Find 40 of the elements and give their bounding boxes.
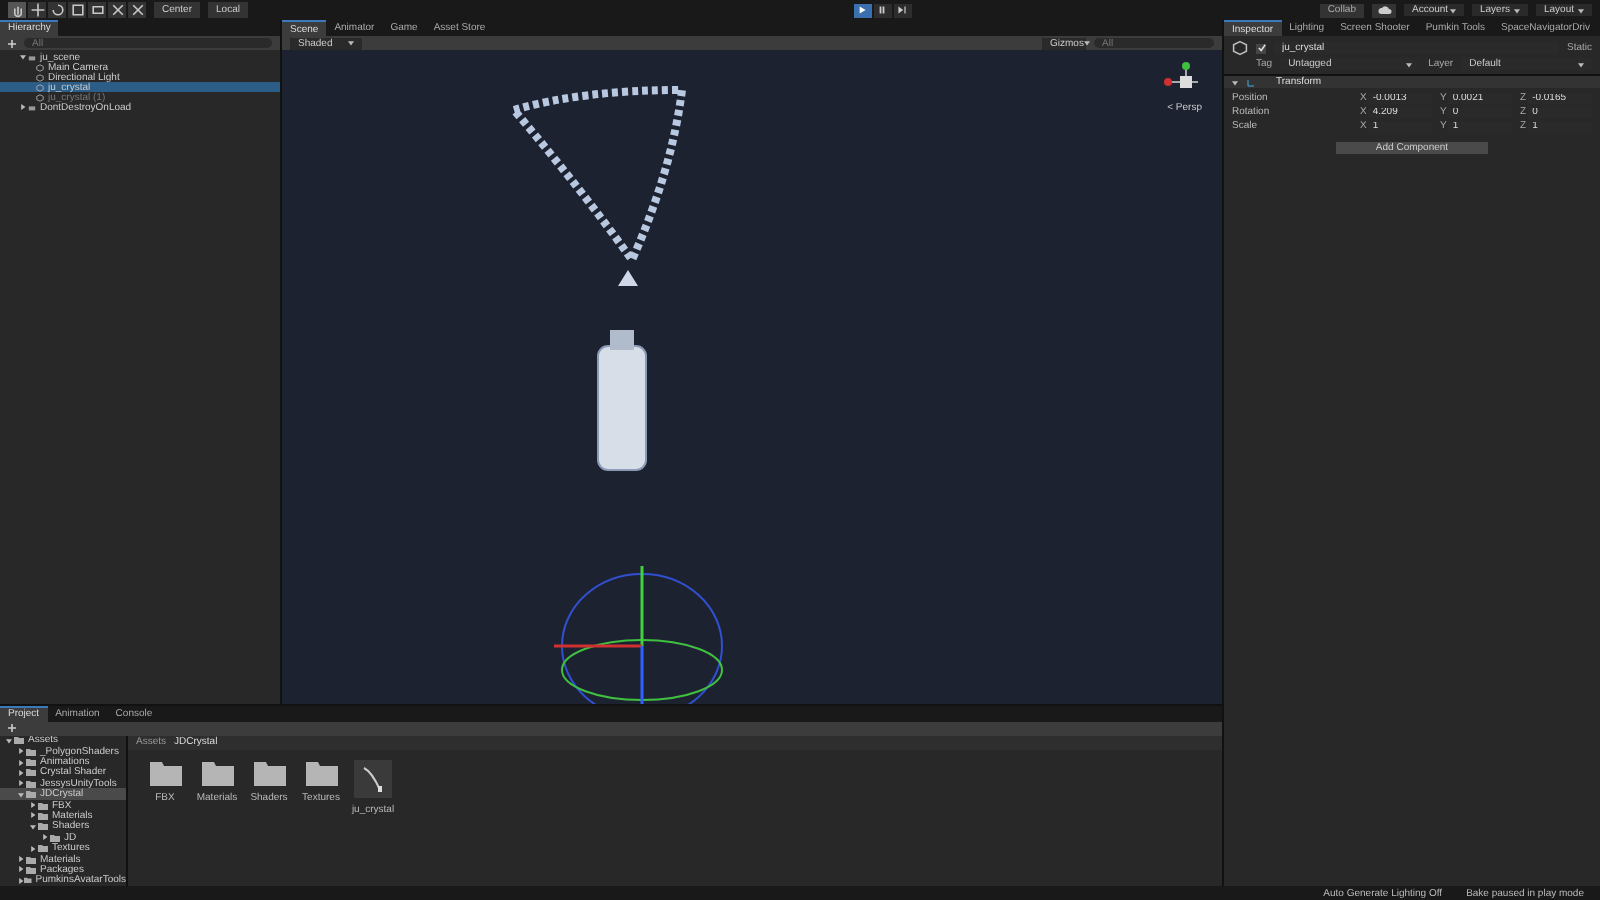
active-checkbox[interactable] [1256, 43, 1266, 53]
cube-icon [1232, 40, 1248, 56]
tool-button[interactable] [88, 2, 106, 18]
tool-button[interactable] [8, 2, 26, 18]
caret-icon [1406, 61, 1413, 67]
caret-icon [1578, 7, 1584, 13]
cloud-icon [1377, 6, 1391, 14]
tool-button[interactable] [28, 2, 46, 18]
tool-button[interactable] [68, 2, 86, 18]
play-icon [856, 4, 869, 16]
move-tool-icon [29, 2, 45, 18]
expand-arrow-icon[interactable] [20, 104, 26, 110]
caret-icon [1450, 7, 1456, 13]
caret-icon [1083, 40, 1090, 46]
add-icon[interactable] [8, 724, 16, 733]
expand-arrow-icon[interactable] [20, 54, 26, 60]
orientation-gizmo-icon [1164, 62, 1199, 88]
caret-icon [1578, 61, 1584, 67]
scale-tool-icon [69, 2, 85, 18]
folder-icon [253, 759, 285, 786]
add-icon[interactable] [8, 39, 16, 47]
rect-tool-icon [89, 2, 105, 18]
scene-icon [28, 103, 36, 111]
step-icon [896, 4, 909, 16]
axes-icon [1246, 77, 1256, 87]
playback-button[interactable] [853, 3, 872, 17]
rotate-tool-icon [49, 2, 65, 18]
caret-icon [1514, 7, 1520, 13]
model-icon [354, 759, 392, 798]
playback-button[interactable] [893, 3, 912, 17]
folder-icon [149, 759, 181, 786]
pause-icon [876, 4, 889, 16]
expand-arrow-icon[interactable] [1232, 79, 1238, 85]
hand-tool-icon [9, 2, 25, 18]
tool-button[interactable] [48, 2, 66, 18]
cloud-button[interactable] [1372, 3, 1396, 17]
folder-icon [305, 759, 337, 786]
playback-button[interactable] [873, 3, 892, 17]
folder-icon [201, 759, 233, 786]
caret-icon [348, 40, 354, 46]
